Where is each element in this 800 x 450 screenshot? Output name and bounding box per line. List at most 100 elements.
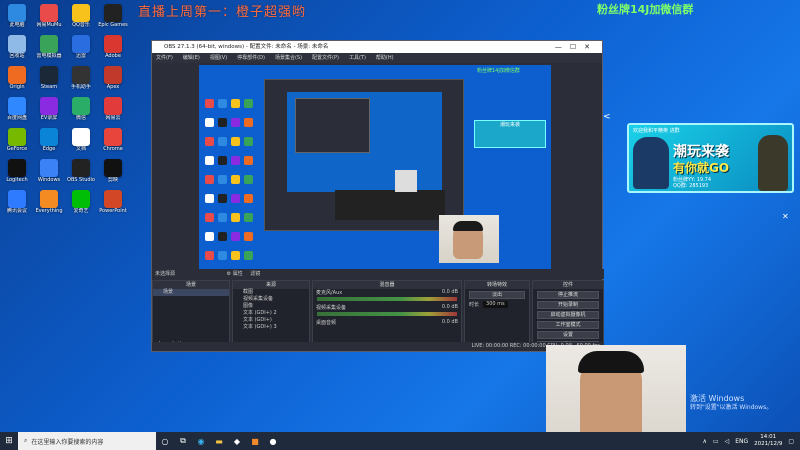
window-controls[interactable]: —☐✕ — [555, 41, 598, 53]
desktop-icon[interactable]: PowerPoint — [98, 190, 128, 220]
filters-button[interactable]: 滤镜 — [250, 271, 260, 277]
obs-title: OBS 27.1.3 (64-bit, windows) - 配置文件: 未命名… — [164, 44, 329, 50]
source-item[interactable]: 文本 (GDI+) 3 — [233, 324, 309, 331]
desktop-icon[interactable]: Origin — [2, 66, 32, 96]
banner-line1: 潮玩来袭 — [673, 144, 729, 160]
desktop-icon[interactable]: 网易MuMu — [34, 4, 64, 34]
network-icon[interactable]: ▭ — [713, 438, 719, 445]
language-indicator[interactable]: ENG — [735, 438, 748, 445]
app-icon — [8, 159, 26, 177]
desktop-icon-label: PowerPoint — [99, 208, 127, 214]
taskbar-search[interactable]: ⌕ 在这里输入你要搜索的内容 — [18, 432, 156, 450]
mini-icon — [218, 213, 227, 222]
desktop-icon[interactable]: 百度网盘 — [2, 97, 32, 127]
explorer-icon[interactable]: ▬ — [210, 432, 228, 450]
app-icon[interactable]: ■ — [246, 432, 264, 450]
obs-preview[interactable]: 粉丝牌14J加微信群 潮玩来袭 — [199, 65, 551, 275]
desktop-icon[interactable]: Edge — [34, 128, 64, 158]
menu-profile[interactable]: 配置文件(P) — [312, 53, 339, 63]
app-icon — [8, 35, 26, 53]
desktop-icon[interactable]: 手机助手 — [66, 66, 96, 96]
desktop-icon[interactable]: 微信 — [66, 97, 96, 127]
menu-edit[interactable]: 编辑(E) — [183, 53, 200, 63]
source-item[interactable]: 截图 — [233, 289, 309, 296]
scene-item[interactable]: 场景 — [153, 289, 229, 296]
menu-scene-collection[interactable]: 场景集合(S) — [275, 53, 302, 63]
desktop-icon[interactable]: EV录屏 — [34, 97, 64, 127]
tray-chevron-icon[interactable]: ∧ — [702, 438, 706, 445]
settings-button[interactable]: 设置 — [537, 331, 599, 339]
desktop-icon[interactable]: 此电脑 — [2, 4, 32, 34]
desktop-icon[interactable]: Adobe — [98, 35, 128, 65]
edge-icon[interactable]: ◉ — [192, 432, 210, 450]
desktop-icon[interactable]: 迅雷 — [66, 35, 96, 65]
volume-meter[interactable] — [317, 312, 457, 316]
virtual-camera-button[interactable]: 启动虚拟摄像机 — [537, 311, 599, 319]
mini-icon — [244, 175, 253, 184]
app-icon — [72, 35, 90, 53]
desktop-icon-label: 剪映 — [107, 177, 118, 183]
desktop-icon[interactable]: Windows — [34, 159, 64, 189]
desktop-icon[interactable]: 网易云 — [98, 97, 128, 127]
mini-icon — [218, 175, 227, 184]
desktop-icon[interactable]: Apex — [98, 66, 128, 96]
app-icon — [104, 66, 122, 84]
desktop-icon[interactable]: 腾讯会议 — [2, 190, 32, 220]
search-icon: ⌕ — [24, 437, 28, 444]
mini-icon — [231, 194, 240, 203]
obs-icon[interactable]: ● — [264, 432, 282, 450]
desktop-icon-label: 百度网盘 — [6, 115, 27, 121]
desktop-icon[interactable]: OBS Studio — [66, 159, 96, 189]
app-icon — [40, 66, 58, 84]
mini-icon — [244, 251, 253, 260]
desktop-icon[interactable]: 回收站 — [2, 35, 32, 65]
app-icon — [40, 190, 58, 208]
volume-meter[interactable] — [317, 297, 457, 301]
menu-view[interactable]: 视图(V) — [210, 53, 227, 63]
studio-mode-button[interactable]: 工作室模式 — [537, 321, 599, 329]
volume-icon[interactable]: ◁ — [725, 438, 730, 445]
close-icon[interactable]: ✕ — [782, 212, 789, 221]
transition-select[interactable]: 淡出 — [469, 291, 525, 299]
desktop-icon-label: QQ音乐 — [72, 22, 90, 28]
source-item[interactable]: 文本 (GDI+) 2 — [233, 310, 309, 317]
menu-tools[interactable]: 工具(T) — [349, 53, 366, 63]
desktop-icon[interactable]: Logitech — [2, 159, 32, 189]
start-recording-button[interactable]: 开始录制 — [537, 301, 599, 309]
desktop-icon[interactable]: QQ音乐 — [66, 4, 96, 34]
gear-icon[interactable]: ⚙ — [227, 271, 231, 277]
menu-file[interactable]: 文件(F) — [156, 53, 173, 63]
notification-icon[interactable]: ▢ — [788, 438, 794, 445]
desktop-icon[interactable]: 文档 — [66, 128, 96, 158]
obs-menu-bar: 文件(F) 编辑(E) 视图(V) 停靠部件(D) 场景集合(S) 配置文件(P… — [152, 53, 602, 63]
qq-icon[interactable]: ◆ — [228, 432, 246, 450]
windows-start-icon[interactable]: ⊞ — [0, 432, 18, 450]
duration-input[interactable]: 300 ms — [483, 301, 508, 308]
clock[interactable]: 14:01 2021/12/9 — [754, 434, 782, 448]
desktop-icon[interactable]: Steam — [34, 66, 64, 96]
desktop-icon[interactable]: Chrome — [98, 128, 128, 158]
desktop-icon[interactable]: 爱奇艺 — [66, 190, 96, 220]
share-icon[interactable]: < — [603, 112, 611, 122]
task-view-icon[interactable]: ⧉ — [174, 432, 192, 450]
banner-tag: 欢迎我和平精英 进群 — [633, 128, 680, 134]
source-item[interactable]: 文本 (GDI+) — [233, 317, 309, 324]
source-item[interactable]: 视频采集设备 — [233, 296, 309, 303]
menu-docks[interactable]: 停靠部件(D) — [237, 53, 265, 63]
cortana-icon[interactable]: ○ — [156, 432, 174, 450]
desktop-icon[interactable]: 雷电模拟器 — [34, 35, 64, 65]
desktop-icon-label: EV录屏 — [40, 115, 58, 121]
source-item[interactable]: 图像 — [233, 303, 309, 310]
duration-label: 时长 — [469, 302, 480, 308]
stop-stream-button[interactable]: 停止推流 — [537, 291, 599, 299]
menu-help[interactable]: 帮助(H) — [376, 53, 394, 63]
desktop-icon[interactable]: 剪映 — [98, 159, 128, 189]
properties-button[interactable]: 属性 — [233, 271, 243, 277]
desktop-icon[interactable]: Everything — [34, 190, 64, 220]
banner-info2: QQ群: 285193 — [673, 183, 709, 189]
app-icon — [40, 159, 58, 177]
desktop-icon[interactable]: GeForce — [2, 128, 32, 158]
mini-icon — [218, 99, 227, 108]
desktop-icon[interactable]: Epic Games — [98, 4, 128, 34]
track-name: 桌面音频 — [316, 320, 337, 326]
